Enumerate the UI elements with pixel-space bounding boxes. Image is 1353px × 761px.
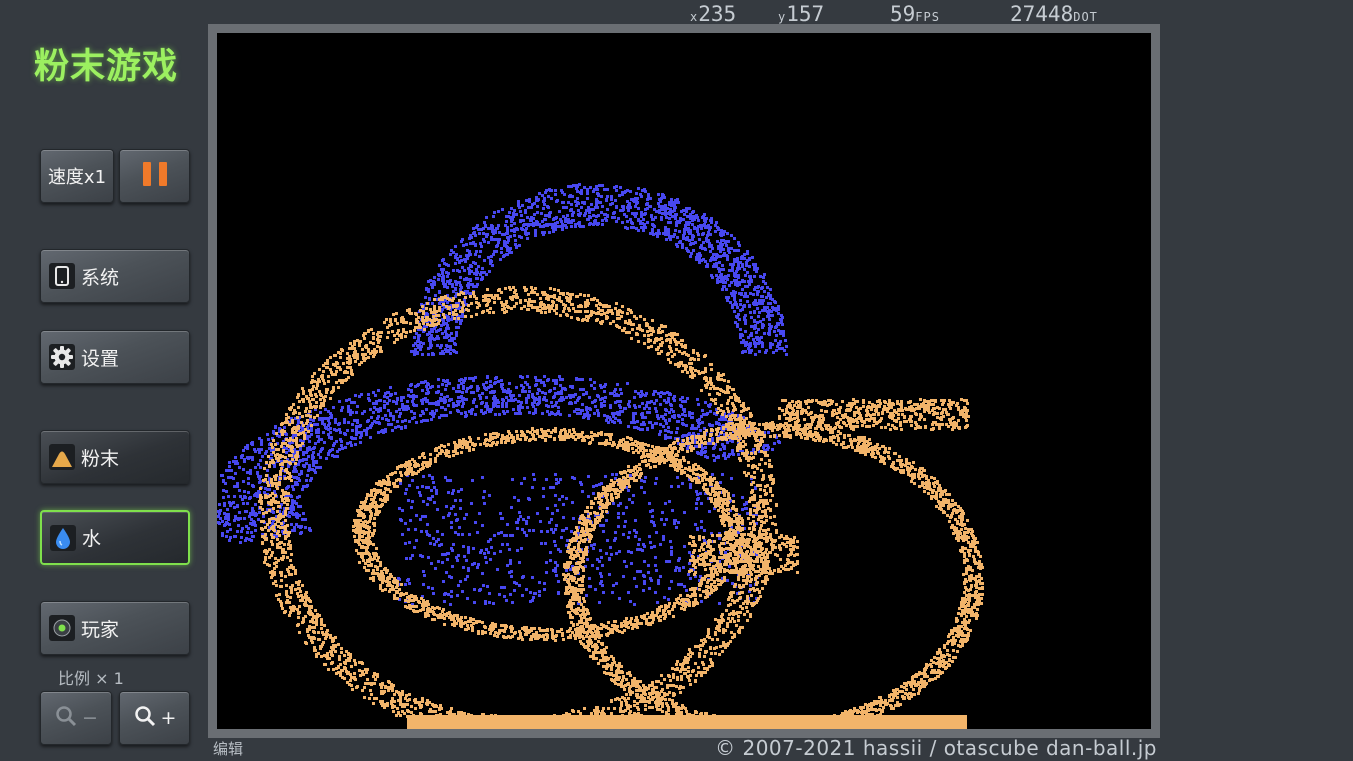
speed-label: 速度x1 bbox=[47, 167, 107, 188]
tablet-icon bbox=[49, 263, 75, 289]
game-window: 粉末游戏 速度x1 系统 设置 粉末 水 玩家 比例 × 1 − + x235 … bbox=[0, 0, 1353, 761]
simulation-canvas[interactable] bbox=[217, 33, 1151, 729]
y-coordinate: 157 bbox=[786, 2, 825, 26]
edit-link[interactable]: 编辑 bbox=[213, 738, 243, 759]
y-prefix: y bbox=[778, 10, 787, 24]
system-label: 系统 bbox=[81, 266, 120, 289]
water-button[interactable]: 水 bbox=[40, 510, 190, 565]
player-icon bbox=[49, 615, 75, 641]
powder-icon bbox=[49, 444, 75, 470]
dot-count: 27448 bbox=[1010, 2, 1074, 26]
x-coordinate: 235 bbox=[698, 2, 737, 26]
zoom-out-label: − bbox=[82, 707, 98, 729]
app-title: 粉末游戏 bbox=[34, 47, 179, 87]
zoom-in-icon bbox=[133, 704, 157, 733]
scale-label: 比例 × 1 bbox=[58, 669, 124, 688]
powder-label: 粉末 bbox=[81, 447, 120, 470]
dot-unit: DOT bbox=[1073, 10, 1098, 24]
settings-label: 设置 bbox=[81, 347, 120, 370]
particle-layer bbox=[217, 183, 984, 729]
zoom-out-button[interactable]: − bbox=[40, 691, 112, 745]
settings-button[interactable]: 设置 bbox=[40, 330, 190, 384]
player-button[interactable]: 玩家 bbox=[40, 601, 190, 655]
x-prefix: x bbox=[690, 10, 699, 24]
water-drop-icon bbox=[50, 524, 76, 551]
copyright-text: © 2007-2021 hassii / otascube dan-ball.j… bbox=[715, 736, 1157, 760]
powder-button[interactable]: 粉末 bbox=[40, 430, 190, 484]
player-label: 玩家 bbox=[81, 618, 120, 641]
fps-unit: FPS bbox=[915, 10, 940, 24]
gear-icon bbox=[49, 344, 75, 370]
zoom-out-icon bbox=[54, 704, 78, 733]
pause-icon bbox=[139, 161, 171, 191]
fps-value: 59 bbox=[890, 2, 916, 26]
water-label: 水 bbox=[82, 528, 102, 550]
pause-button[interactable] bbox=[119, 149, 190, 203]
system-button[interactable]: 系统 bbox=[40, 249, 190, 303]
speed-button[interactable]: 速度x1 bbox=[40, 149, 114, 203]
zoom-in-button[interactable]: + bbox=[119, 691, 190, 745]
zoom-in-label: + bbox=[160, 707, 177, 729]
